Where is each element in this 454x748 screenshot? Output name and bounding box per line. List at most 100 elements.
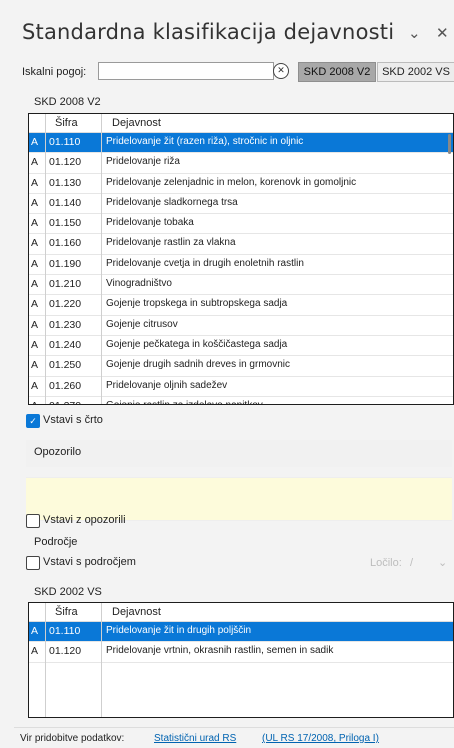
table-body: A 01.110 Pridelovanje žit (razen riža), st… (29, 133, 453, 404)
clear-search-icon[interactable]: ✕ (273, 63, 289, 79)
table-row[interactable]: A 01.120 Pridelovanje vrtnin, okrasnih ras… (29, 642, 453, 663)
table-row[interactable]: A 01.210 Vinogradništvo (29, 275, 453, 296)
section-label-2008: SKD 2008 V2 (34, 96, 101, 108)
scrollbar[interactable] (445, 132, 453, 404)
law-link[interactable]: (UL RS 17/2008, Priloga I) (262, 733, 379, 744)
area-cell: A (31, 136, 39, 148)
area-cell: A (31, 176, 39, 189)
area-cell: A (31, 257, 39, 270)
activity-cell: Pridelovanje tobaka (106, 217, 194, 229)
activity-cell: Gojenje pečkatega in koščičastega sadja (106, 338, 288, 350)
code-cell: 01.270 (49, 400, 81, 404)
area-cell: A (31, 400, 38, 404)
activity-cell: Pridelovanje žit (razen riža), stročnic … (106, 136, 304, 147)
column-divider (45, 114, 46, 404)
code-cell: 01.210 (49, 278, 82, 291)
code-cell: 01.140 (49, 196, 82, 209)
chevron-down-icon[interactable]: ⌄ (438, 556, 447, 569)
column-header-activity: Dejavnost (112, 606, 161, 618)
area-cell: A (31, 156, 39, 169)
chevron-down-icon[interactable]: ⌄ (408, 24, 421, 42)
code-cell: 01.250 (49, 359, 82, 372)
column-divider (45, 603, 46, 717)
search-label: Iskalni pogoj: (22, 66, 87, 78)
area-cell: A (31, 278, 39, 291)
warning-title: Opozorilo (34, 446, 82, 458)
activity-cell: Pridelovanje vrtnin, okrasnih rastlin, s… (106, 645, 334, 657)
column-divider (101, 603, 102, 717)
area-cell: A (31, 298, 39, 311)
code-cell: 01.110 (49, 136, 81, 148)
code-cell: 01.160 (49, 237, 82, 250)
activity-cell: Gojenje tropskega in subtropskega sadja (106, 298, 288, 310)
area-cell: A (31, 645, 39, 658)
skd-2008-button[interactable]: SKD 2008 V2 (298, 62, 376, 82)
column-header-code: Šifra (55, 117, 78, 129)
separator-label: Ločilo: (370, 557, 402, 569)
table-row[interactable]: A 01.140 Pridelovanje sladkornega trsa (29, 194, 453, 215)
activity-cell: Pridelovanje riža (106, 156, 180, 168)
source-label: Vir pridobitve podatkov: (20, 733, 125, 744)
code-cell: 01.130 (49, 176, 82, 189)
area-cell: A (31, 237, 39, 250)
table-header: Šifra Dejavnost (29, 603, 453, 622)
code-cell: 01.230 (49, 318, 82, 331)
activity-cell: Pridelovanje oljnih sadežev (106, 379, 228, 391)
area-cell: A (31, 625, 39, 637)
table-row[interactable]: A 01.190 Pridelovanje cvetja in drugih eno… (29, 255, 453, 276)
search-bar: Iskalni pogoj: ✕ SKD 2008 V2 SKD 2002 VS (14, 62, 454, 82)
source-link[interactable]: Statistični urad RS (154, 733, 236, 744)
skd-2008-table: Šifra Dejavnost A 01.110 Pridelovanje žit … (28, 113, 454, 405)
insert-with-warnings-checkbox[interactable] (26, 514, 40, 528)
activity-cell: Gojenje citrusov (106, 318, 178, 330)
insert-with-dash-checkbox[interactable]: ✓ (26, 414, 40, 428)
column-header-activity: Dejavnost (112, 117, 161, 129)
table-row[interactable]: A 01.270 Gojenje rastlin za izdelavo napit… (29, 397, 453, 404)
activity-cell: Pridelovanje sladkornega trsa (106, 196, 238, 208)
activity-cell: Pridelovanje cvetja in drugih enoletnih … (106, 257, 304, 269)
table-row[interactable]: A 01.110 Pridelovanje žit (razen riža), st… (29, 133, 453, 154)
close-icon[interactable]: ✕ (436, 24, 449, 42)
skd-2002-button[interactable]: SKD 2002 VS (377, 62, 454, 82)
activity-cell: Pridelovanje zelenjadnic in melon, koren… (106, 176, 357, 188)
activity-cell: Gojenje rastlin za izdelavo napitkov (106, 400, 263, 404)
warning-header: Opozorilo (26, 440, 452, 467)
table-row[interactable]: A 01.220 Gojenje tropskega in subtropskega… (29, 295, 453, 316)
table-row[interactable]: A 01.230 Gojenje citrusov (29, 316, 453, 336)
column-divider (101, 114, 102, 404)
code-cell: 01.110 (49, 625, 81, 637)
table-row[interactable]: A 01.110 Pridelovanje žit in drugih poljšč… (29, 622, 453, 643)
area-cell: A (31, 318, 39, 331)
table-row[interactable]: A 01.240 Gojenje pečkatega in koščičastega… (29, 336, 453, 357)
table-row[interactable]: A 01.120 Pridelovanje riža (29, 153, 453, 174)
area-cell: A (31, 196, 39, 209)
activity-cell: Pridelovanje rastlin za vlakna (106, 237, 236, 249)
activity-cell: Gojenje drugih sadnih dreves in grmovnic (106, 359, 290, 371)
area-cell: A (31, 217, 39, 230)
table-row[interactable]: A 01.130 Pridelovanje zelenjadnic in melon… (29, 174, 453, 194)
search-input[interactable] (98, 62, 274, 80)
area-title: Področje (34, 536, 78, 548)
section-label-2002: SKD 2002 VS (34, 586, 102, 598)
pane-title: Standardna klasifikacija dejavnosti (22, 20, 395, 44)
insert-with-dash-label: Vstavi s črto (43, 414, 103, 426)
code-cell: 01.260 (49, 379, 82, 392)
pane-titlebar: Standardna klasifikacija dejavnosti ⌄ ✕ (14, 14, 454, 54)
table-row[interactable]: A 01.260 Pridelovanje oljnih sadežev (29, 377, 453, 397)
insert-with-area-label: Vstavi s področjem (43, 556, 136, 568)
separator-select[interactable]: / (410, 557, 413, 569)
code-cell: 01.190 (49, 257, 82, 270)
code-cell: 01.240 (49, 338, 82, 351)
activity-cell: Pridelovanje žit in drugih poljščin (106, 625, 252, 636)
area-cell: A (31, 359, 39, 372)
area-cell: A (31, 379, 39, 392)
scroll-thumb[interactable] (448, 134, 451, 154)
table-row[interactable]: A 01.250 Gojenje drugih sadnih dreves in g… (29, 356, 453, 377)
code-cell: 01.150 (49, 217, 82, 230)
insert-with-area-checkbox[interactable] (26, 556, 40, 570)
table-header: Šifra Dejavnost (29, 114, 453, 133)
skd-2002-table: Šifra Dejavnost A 01.110 Pridelovanje žit … (28, 602, 454, 718)
activity-cell: Vinogradništvo (106, 278, 172, 290)
table-row[interactable]: A 01.150 Pridelovanje tobaka (29, 214, 453, 235)
table-row[interactable]: A 01.160 Pridelovanje rastlin za vlakna (29, 234, 453, 255)
